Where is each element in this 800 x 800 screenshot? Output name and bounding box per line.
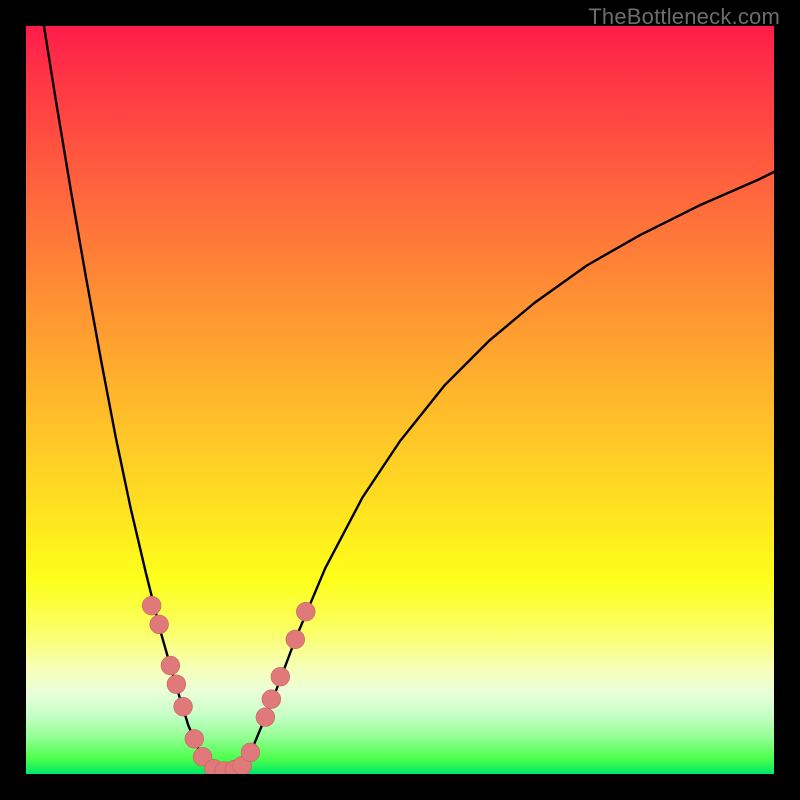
data-marker [286, 630, 305, 649]
data-marker [271, 667, 290, 686]
data-marker [150, 615, 169, 634]
curve-markers [142, 596, 315, 774]
data-marker [167, 675, 186, 694]
data-marker [256, 708, 275, 727]
plot-area [26, 26, 774, 774]
curve-svg [26, 26, 774, 774]
data-marker [296, 602, 315, 621]
data-marker [241, 743, 260, 762]
data-marker [185, 729, 204, 748]
watermark-text: TheBottleneck.com [588, 4, 780, 30]
bottleneck-curve [44, 26, 774, 772]
data-marker [262, 690, 281, 709]
data-marker [161, 656, 180, 675]
data-marker [174, 697, 193, 716]
data-marker [142, 596, 161, 615]
